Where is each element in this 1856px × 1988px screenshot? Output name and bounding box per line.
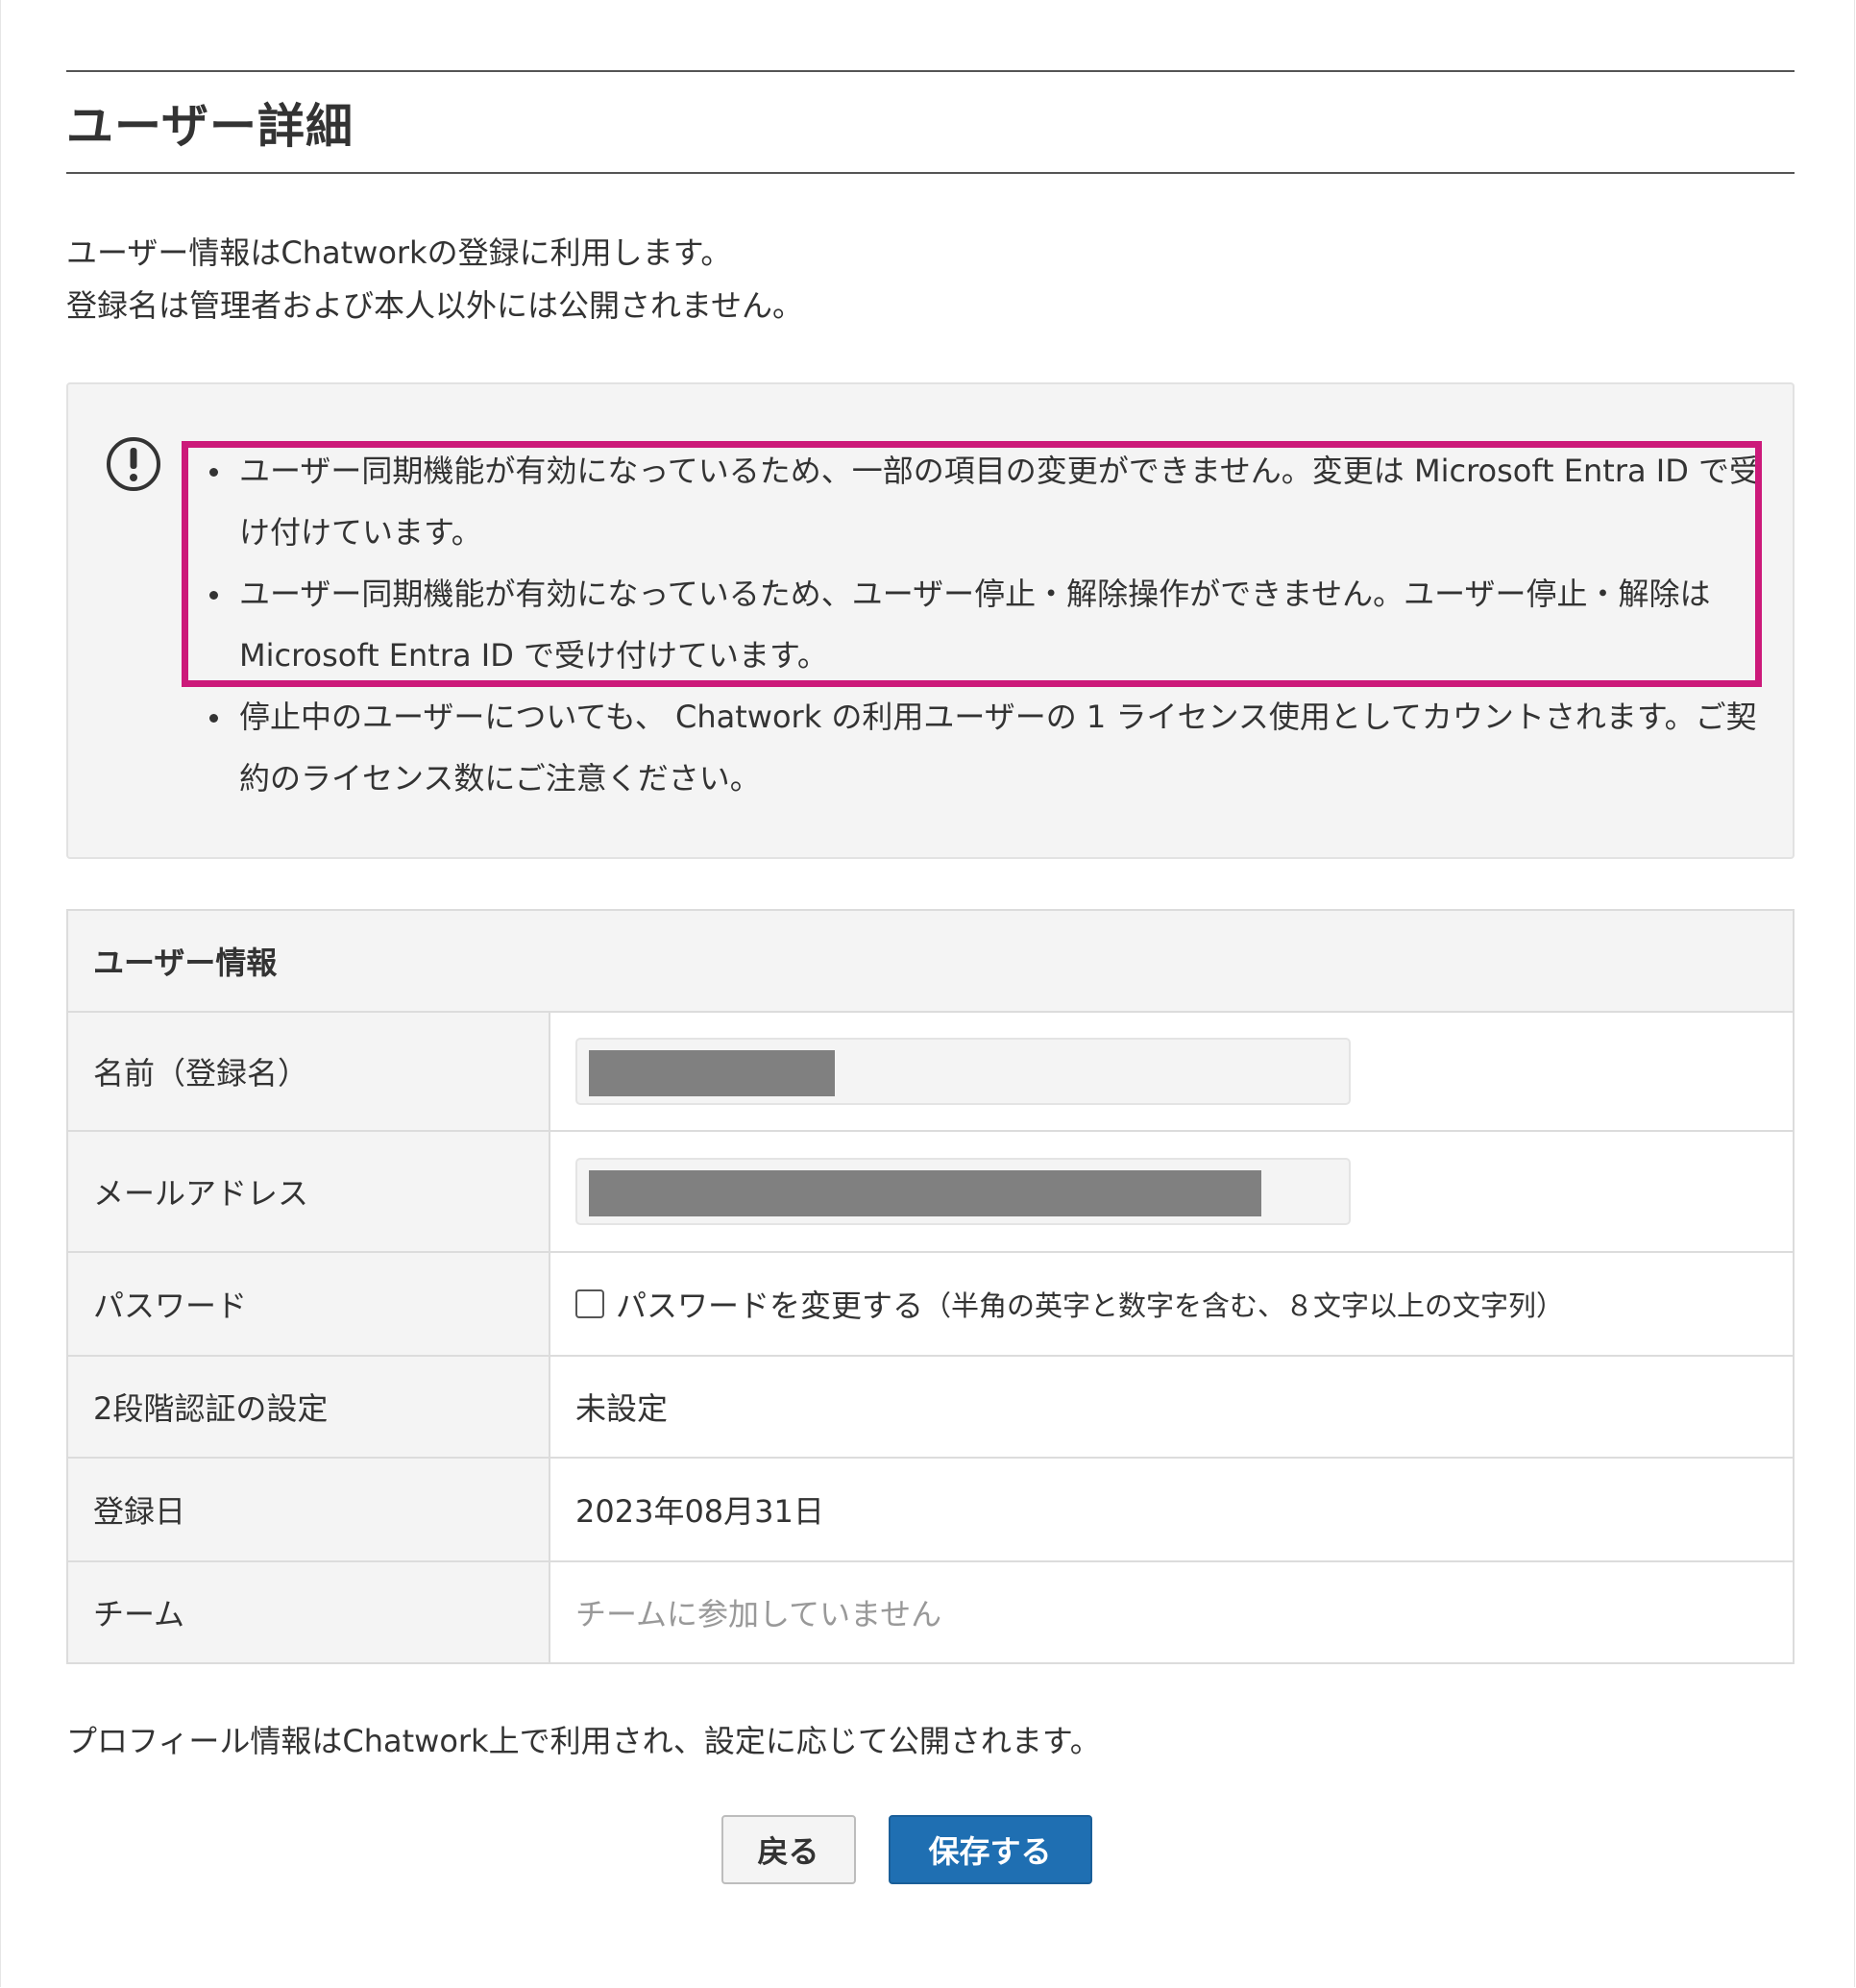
table-row-two-factor: 2段階認証の設定 未設定 — [67, 1356, 1794, 1459]
sync-notice-panel: ユーザー同期機能が有効になっているため、一部の項目の変更ができません。変更は M… — [66, 382, 1795, 859]
user-info-table: ユーザー情報 名前（登録名） メールアドレス パスワード パスワードを変更する … — [66, 909, 1795, 1664]
table-row-password: パスワード パスワードを変更する （半角の英字と数字を含む、８文字以上の文字列） — [67, 1252, 1794, 1357]
password-value-cell: パスワードを変更する （半角の英字と数字を含む、８文字以上の文字列） — [549, 1252, 1794, 1357]
registered-date-label: 登録日 — [67, 1458, 550, 1562]
table-row-name: 名前（登録名） — [67, 1012, 1794, 1132]
intro-text: ユーザー情報はChatworkの登録に利用します。 登録名は管理者および本人以外… — [66, 227, 1795, 332]
table-row-team: チーム チームに参加していません — [67, 1561, 1794, 1664]
form-actions: 戻る 保存する — [66, 1815, 1795, 1884]
redacted-email — [589, 1170, 1261, 1216]
name-field[interactable] — [575, 1038, 1351, 1105]
intro-line: ユーザー情報はChatworkの登録に利用します。 — [66, 234, 732, 271]
exclamation-circle-icon — [107, 437, 160, 491]
table-row-registered: 登録日 2023年08月31日 — [67, 1458, 1794, 1562]
notice-item: ユーザー同期機能が有効になっているため、一部の項目の変更ができません。変更は M… — [197, 440, 1782, 563]
email-field[interactable] — [575, 1158, 1351, 1225]
name-value-cell — [549, 1012, 1794, 1132]
notice-item: 停止中のユーザーについても、 Chatwork の利用ユーザーの 1 ライセンス… — [197, 686, 1782, 809]
two-factor-value: 未設定 — [549, 1356, 1794, 1459]
table-row-email: メールアドレス — [67, 1131, 1794, 1253]
change-password-checkbox[interactable] — [575, 1289, 604, 1318]
change-password-option[interactable]: パスワードを変更する （半角の英字と数字を含む、８文字以上の文字列） — [575, 1282, 1768, 1326]
intro-line: 登録名は管理者および本人以外には公開されません。 — [66, 287, 804, 324]
team-label: チーム — [67, 1561, 550, 1664]
table-header-row: ユーザー情報 — [67, 910, 1794, 1013]
back-button[interactable]: 戻る — [720, 1815, 856, 1884]
title-block: ユーザー詳細 — [66, 70, 1795, 174]
change-password-label[interactable]: パスワードを変更する — [616, 1282, 923, 1326]
redacted-name — [589, 1050, 835, 1096]
name-label: 名前（登録名） — [67, 1012, 550, 1132]
email-value-cell — [549, 1131, 1794, 1253]
user-detail-page: ユーザー詳細 ユーザー情報はChatworkの登録に利用します。 登録名は管理者… — [66, 70, 1795, 1884]
user-info-heading: ユーザー情報 — [67, 910, 1794, 1013]
email-label: メールアドレス — [67, 1131, 550, 1253]
page-title: ユーザー詳細 — [66, 98, 354, 154]
notice-item: ユーザー同期機能が有効になっているため、ユーザー停止・解除操作ができません。ユー… — [197, 563, 1782, 686]
team-value: チームに参加していません — [549, 1561, 1794, 1664]
save-button[interactable]: 保存する — [888, 1815, 1092, 1884]
password-requirement-note: （半角の英字と数字を含む、８文字以上の文字列） — [923, 1289, 1565, 1322]
registered-date-value: 2023年08月31日 — [549, 1458, 1794, 1562]
notice-list: ユーザー同期機能が有効になっているため、一部の項目の変更ができません。変更は M… — [197, 440, 1782, 809]
two-factor-label: 2段階認証の設定 — [67, 1356, 550, 1459]
password-label: パスワード — [67, 1252, 550, 1357]
profile-note: プロフィール情報はChatwork上で利用され、設定に応じて公開されます。 — [66, 1723, 1101, 1759]
